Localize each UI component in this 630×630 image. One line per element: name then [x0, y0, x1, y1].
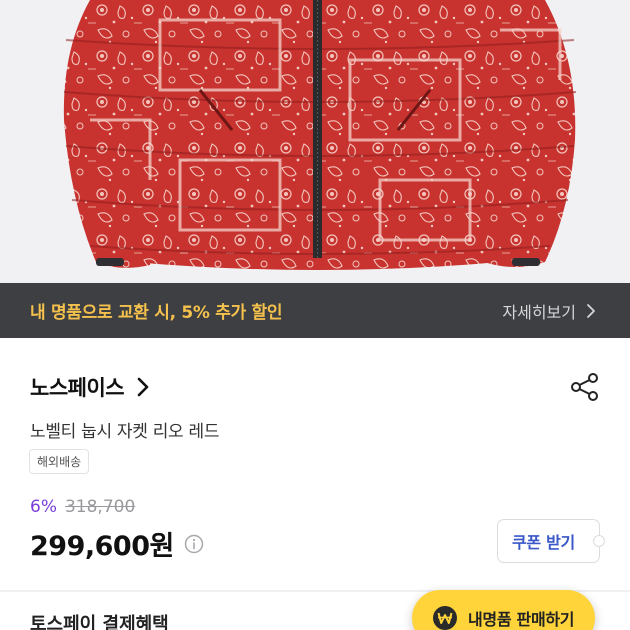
discount-rate: 6%	[30, 497, 57, 517]
chevron-right-icon	[587, 303, 595, 318]
share-icon[interactable]	[569, 371, 601, 403]
coupon-label: 쿠폰 받기	[512, 533, 575, 552]
payment-benefits-title: 토스페이 결제혜택	[30, 614, 169, 630]
coupon-notch	[593, 535, 605, 547]
jacket-illustration	[63, 0, 577, 270]
product-image[interactable]	[0, 0, 630, 283]
product-title: 노벨티 눕시 자켓 리오 레드	[30, 422, 220, 442]
coupon-button[interactable]: 쿠폰 받기	[497, 519, 605, 563]
promo-banner[interactable]: 내 명품으로 교환 시, 5% 추가 할인 자세히보기	[0, 283, 630, 338]
info-icon[interactable]	[184, 534, 204, 554]
chevron-right-icon	[137, 377, 149, 397]
sell-my-luxury-button[interactable]: 내명품 판매하기	[412, 590, 595, 630]
shipping-badge: 해외배송	[29, 449, 90, 474]
brand-link[interactable]: 노스페이스	[30, 372, 150, 402]
promo-details-link[interactable]: 자세히보기	[502, 299, 596, 323]
sell-button-label: 내명품 판매하기	[468, 610, 575, 629]
won-coin-icon	[433, 606, 457, 630]
brand-name: 노스페이스	[30, 376, 125, 400]
promo-text: 내 명품으로 교환 시, 5% 추가 할인	[30, 303, 283, 323]
price-meta: 6% 318,700	[30, 497, 135, 517]
promo-link-label: 자세히보기	[502, 302, 576, 322]
sale-price: 299,600원	[30, 531, 174, 562]
original-price: 318,700	[64, 497, 136, 517]
price-row: 299,600원	[30, 524, 204, 563]
